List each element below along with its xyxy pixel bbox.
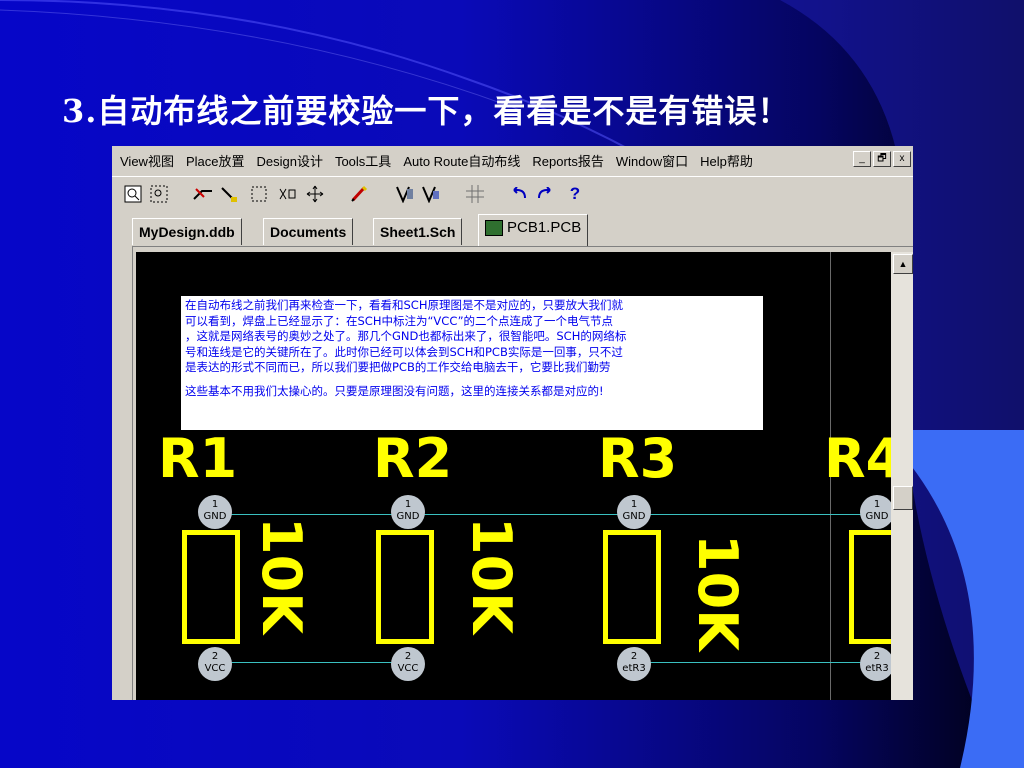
route-icon[interactable] — [192, 183, 214, 205]
help-icon[interactable]: ? — [564, 183, 586, 205]
note-line: 号和连线是它的关键所在了。此时你已经可以体会到SCH和PCB实际是一回事，只不过 — [185, 344, 623, 359]
pad-number: 1 — [404, 499, 412, 510]
minimize-button[interactable]: _ — [853, 151, 871, 167]
window-controls: _ 🗗 x — [853, 151, 911, 167]
menu-bar: View视图 Place放置 Design设计 Tools工具 Auto Rou… — [112, 146, 913, 174]
toolbar: ? — [112, 176, 913, 211]
designator-r3[interactable]: R3 — [598, 432, 677, 486]
zoom-area-icon[interactable] — [148, 183, 170, 205]
move-icon[interactable] — [304, 183, 326, 205]
menu-design[interactable]: Design设计 — [256, 151, 322, 170]
pad-net: etR3 — [622, 663, 646, 674]
undo-icon[interactable] — [508, 183, 530, 205]
panel-splitter[interactable] — [120, 246, 133, 700]
close-button[interactable]: x — [893, 151, 911, 167]
note-line: ，这就是网络表号的奥妙之处了。那几个GND也都标出来了，很智能吧。SCH的网络标 — [185, 329, 627, 343]
browse-icon[interactable] — [420, 183, 442, 205]
cross-probe-icon[interactable] — [276, 183, 298, 205]
resistor-body-r4[interactable] — [849, 530, 891, 644]
tab-pcb1-pcb[interactable]: PCB1.PCB — [478, 214, 589, 246]
pad-number: 2 — [630, 651, 638, 662]
vertical-scrollbar[interactable]: ▲ — [891, 252, 913, 700]
note-line-last: 这些基本不用我们太操心的。只要是原理图没有问题，这里的连接关系都是对应的! — [185, 383, 604, 398]
pad-net: GND — [622, 511, 646, 522]
net-line-gnd — [224, 514, 872, 515]
protel-window: View视图 Place放置 Design设计 Tools工具 Auto Rou… — [112, 146, 913, 700]
menu-place[interactable]: Place放置 — [186, 151, 245, 170]
pcb-canvas[interactable]: 在自动布线之前我们再来检查一下，看看和SCH原理图是不是对应的，只要放大我们就 … — [136, 252, 891, 700]
resistor-body-r2[interactable] — [376, 530, 434, 644]
explanation-note: 在自动布线之前我们再来检查一下，看看和SCH原理图是不是对应的，只要放大我们就 … — [181, 296, 763, 430]
pad-r3-2[interactable]: 2 etR3 — [617, 647, 651, 681]
note-line: 在自动布线之前我们再来检查一下，看看和SCH原理图是不是对应的，只要放大我们就 — [185, 298, 623, 312]
pad-r1-1[interactable]: 1 GND — [198, 495, 232, 529]
wire-icon[interactable] — [218, 183, 240, 205]
pad-net: VCC — [204, 663, 226, 674]
pad-net: GND — [396, 511, 420, 522]
pad-number: 2 — [873, 651, 881, 662]
pad-net: GND — [203, 511, 227, 522]
slide-title: 3.自动布线之前要校验一下，看看是不是有错误！ — [62, 92, 791, 130]
pcb-doc-icon — [485, 220, 503, 237]
designator-r4[interactable]: R4 — [824, 432, 891, 486]
note-line: 可以看到，焊盘上已经显示了：在SCH中标注为“VCC”的二个点连成了一个电气节点 — [185, 313, 614, 328]
pad-r2-2[interactable]: 2 VCC — [391, 647, 425, 681]
restore-button[interactable]: 🗗 — [873, 151, 891, 167]
pad-r4-2[interactable]: 2 etR3 — [860, 647, 891, 681]
pad-number: 1 — [873, 499, 881, 510]
grid-icon[interactable] — [464, 183, 486, 205]
tab-pcb1-pcb-label: PCB1.PCB — [507, 219, 582, 236]
pad-net: etR3 — [865, 663, 889, 674]
tab-sheet1-sch[interactable]: Sheet1.Sch — [373, 218, 463, 245]
net-line-etr3 — [648, 662, 878, 663]
menu-auto-route[interactable]: Auto Route自动布线 — [403, 151, 520, 170]
value-r1[interactable]: 10K — [250, 517, 313, 634]
library-icon[interactable] — [394, 183, 416, 205]
select-rect-icon[interactable] — [248, 183, 270, 205]
pad-r1-2[interactable]: 2 VCC — [198, 647, 232, 681]
resistor-body-r1[interactable] — [182, 530, 240, 644]
pad-number: 2 — [211, 651, 219, 662]
designator-r2[interactable]: R2 — [373, 432, 452, 486]
zoom-fit-icon[interactable] — [122, 183, 144, 205]
pad-number: 2 — [404, 651, 412, 662]
pad-net: VCC — [397, 663, 419, 674]
resistor-body-r3[interactable] — [603, 530, 661, 644]
value-r3[interactable]: 10K — [686, 534, 749, 651]
pad-r2-1[interactable]: 1 GND — [391, 495, 425, 529]
menu-view[interactable]: View视图 — [120, 151, 174, 170]
pad-r3-1[interactable]: 1 GND — [617, 495, 651, 529]
tab-documents[interactable]: Documents — [263, 218, 354, 245]
menu-tools[interactable]: Tools工具 — [335, 151, 391, 170]
menu-help[interactable]: Help帮助 — [700, 151, 753, 170]
scroll-thumb[interactable] — [893, 486, 913, 510]
value-r2[interactable]: 10K — [460, 517, 523, 634]
scroll-up-button[interactable]: ▲ — [893, 254, 913, 274]
pad-net: GND — [865, 511, 889, 522]
menu-reports[interactable]: Reports报告 — [532, 151, 604, 170]
note-line: 是表达的形式不同而已，所以我们要把做PCB的工作交给电脑去干，它要比我们勤劳 — [185, 360, 611, 374]
designator-r1[interactable]: R1 — [158, 432, 237, 486]
pencil-icon[interactable] — [348, 183, 370, 205]
pad-number: 1 — [211, 499, 219, 510]
pad-number: 1 — [630, 499, 638, 510]
pad-r4-1[interactable]: 1 GND — [860, 495, 891, 529]
document-tabs: MyDesign.ddb Documents Sheet1.Sch PCB1.P… — [128, 214, 913, 247]
menu-window[interactable]: Window窗口 — [616, 151, 688, 170]
redo-icon[interactable] — [534, 183, 556, 205]
tab-mydesign-ddb[interactable]: MyDesign.ddb — [132, 218, 242, 245]
